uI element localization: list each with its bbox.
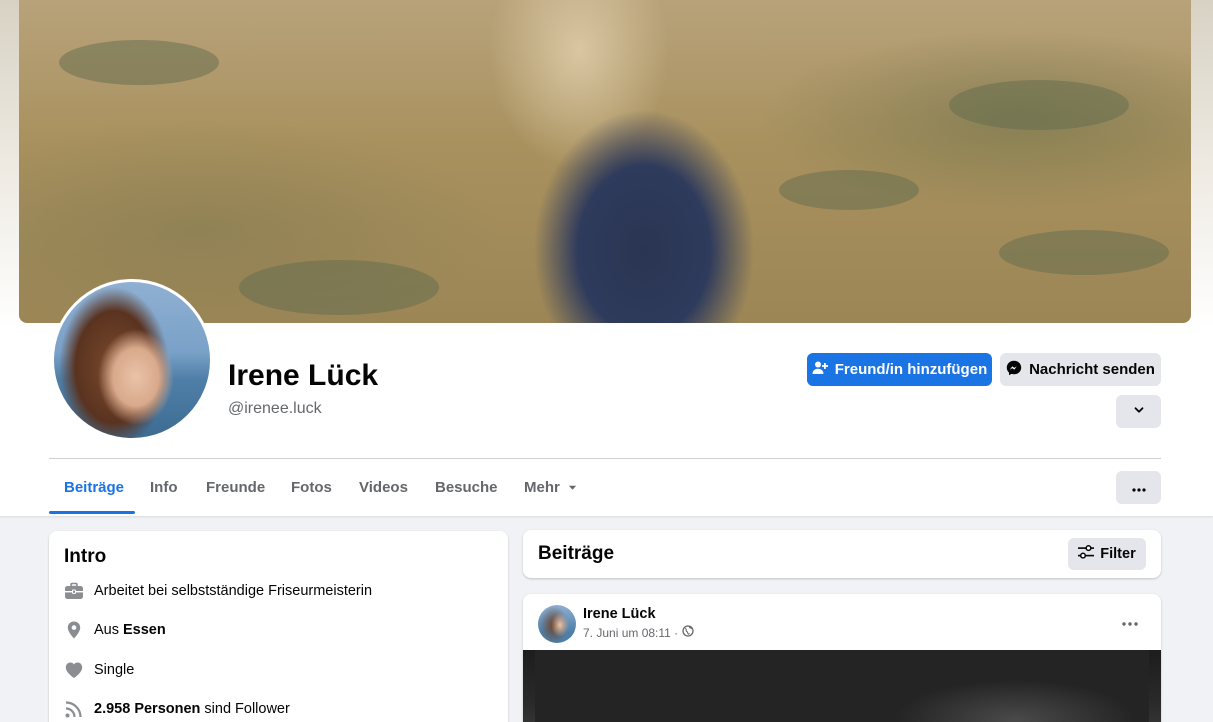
post-card: Irene Lück 7. Juni um 08:11 · xyxy=(523,594,1161,722)
posts-title: Beiträge xyxy=(538,543,615,564)
filter-label: Filter xyxy=(1100,546,1136,562)
post-meta: 7. Juni um 08:11 · xyxy=(583,625,694,640)
more-dots-icon xyxy=(1131,479,1146,496)
intro-followers-suffix: sind Follower xyxy=(204,701,290,717)
more-dots-icon xyxy=(1122,613,1138,631)
tab-fotos[interactable]: Fotos xyxy=(291,479,332,496)
tab-freunde[interactable]: Freunde xyxy=(206,479,265,496)
send-message-label: Nachricht senden xyxy=(1029,361,1155,378)
tab-mehr[interactable]: Mehr xyxy=(524,479,577,496)
globe-icon xyxy=(682,625,694,640)
add-friend-button[interactable]: Freund/in hinzufügen xyxy=(807,353,992,386)
messenger-icon xyxy=(1006,360,1022,380)
chevron-down-icon xyxy=(1133,403,1145,420)
intro-work: Arbeitet bei selbstständige Friseurmeist… xyxy=(64,581,372,601)
profile-more-button[interactable] xyxy=(1116,471,1161,504)
intro-followers: 2.958 Personen sind Follower xyxy=(64,699,290,719)
profile-name: Irene Lück xyxy=(228,359,379,392)
post-author-avatar[interactable] xyxy=(538,605,576,643)
profile-handle: @irenee.luck xyxy=(228,400,322,417)
caret-down-icon xyxy=(568,479,577,496)
rss-icon xyxy=(64,699,84,719)
post-author-name[interactable]: Irene Lück xyxy=(583,606,656,622)
tab-besuche[interactable]: Besuche xyxy=(435,479,498,496)
profile-picture[interactable] xyxy=(51,279,213,441)
intro-relationship-text: Single xyxy=(94,662,135,678)
intro-title: Intro xyxy=(64,546,107,567)
intro-from-city[interactable]: Essen xyxy=(123,622,166,638)
more-profile-options-button[interactable] xyxy=(1116,395,1161,428)
post-image-content xyxy=(535,650,1149,722)
heart-icon xyxy=(64,660,84,680)
send-message-button[interactable]: Nachricht senden xyxy=(1000,353,1161,386)
post-options-button[interactable] xyxy=(1114,610,1146,634)
profile-picture-image xyxy=(54,282,210,438)
intro-followers-count[interactable]: 2.958 Personen xyxy=(94,701,200,717)
tab-beitraege[interactable]: Beiträge xyxy=(64,479,124,496)
intro-card: Intro Arbeitet bei selbstständige Friseu… xyxy=(49,531,508,722)
add-friend-label: Freund/in hinzufügen xyxy=(834,361,988,378)
intro-from-prefix: Aus xyxy=(94,622,119,638)
tab-mehr-label: Mehr xyxy=(524,479,560,496)
post-image[interactable] xyxy=(523,650,1161,722)
cover-photo[interactable] xyxy=(19,0,1191,323)
intro-work-text: Arbeitet bei selbstständige Friseurmeist… xyxy=(94,583,373,599)
briefcase-icon xyxy=(64,581,84,601)
intro-relationship: Single xyxy=(64,660,134,680)
header-divider xyxy=(49,458,1161,459)
post-timestamp[interactable]: 7. Juni um 08:11 · xyxy=(583,626,678,640)
posts-header-card: Beiträge Filter xyxy=(523,530,1161,578)
location-pin-icon xyxy=(64,620,84,640)
tab-info[interactable]: Info xyxy=(150,479,178,496)
intro-hometown: Aus Essen xyxy=(64,620,170,640)
tab-videos[interactable]: Videos xyxy=(359,479,408,496)
filter-button[interactable]: Filter xyxy=(1068,538,1146,570)
active-tab-indicator xyxy=(49,511,135,514)
add-friend-icon xyxy=(812,360,828,380)
sliders-icon xyxy=(1078,545,1095,563)
